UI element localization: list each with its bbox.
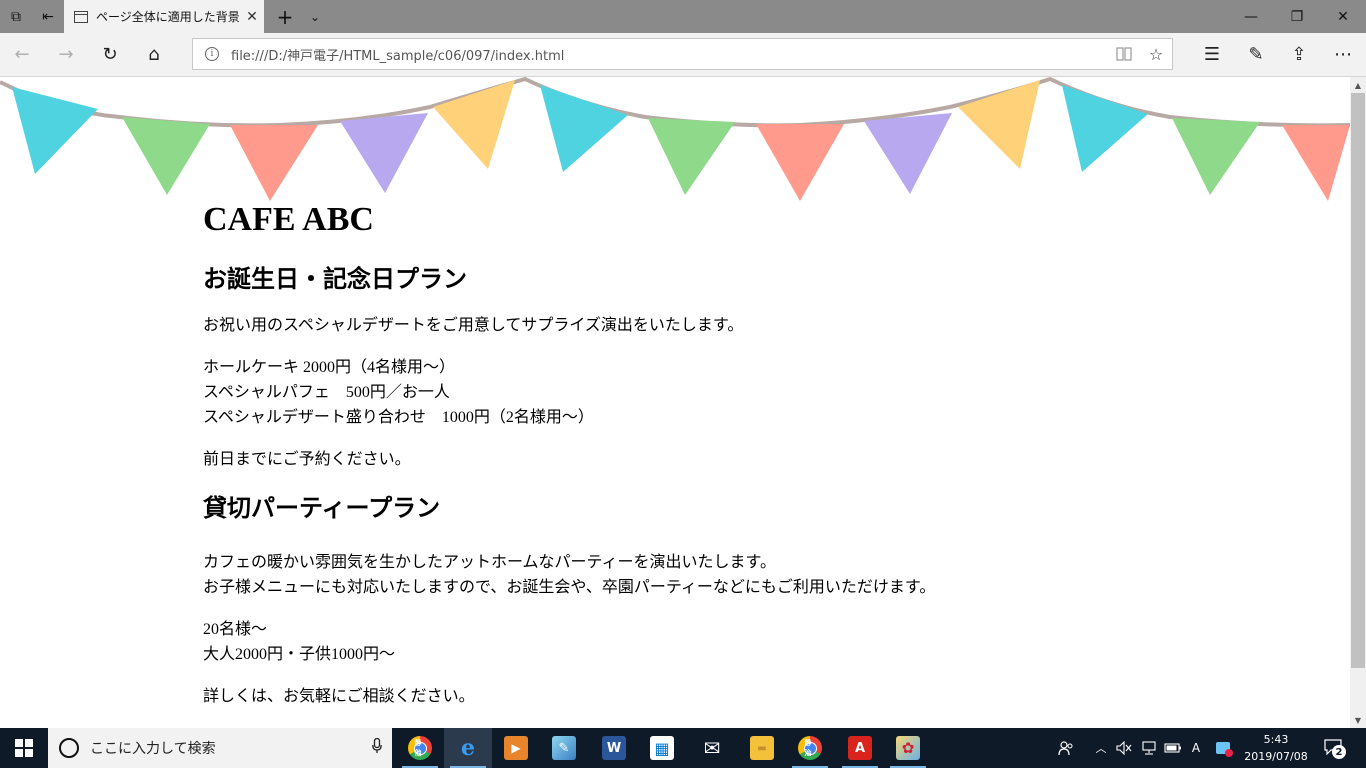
bunting-flag bbox=[540, 85, 628, 172]
forward-button[interactable]: → bbox=[44, 33, 88, 76]
favorite-star-icon[interactable]: ☆ bbox=[1140, 39, 1172, 69]
cortana-icon[interactable] bbox=[59, 738, 79, 758]
battery-icon[interactable] bbox=[1162, 728, 1184, 768]
vertical-scrollbar[interactable]: ▲ ▼ bbox=[1350, 77, 1366, 728]
word-taskbar-icon[interactable]: W bbox=[590, 728, 638, 768]
bunting-flag bbox=[122, 117, 210, 195]
menu-item: スペシャルデザート盛り合わせ 1000円（2名様用～） bbox=[203, 409, 594, 426]
taskbar: ここに入力して検索 静他 e ▶ ✎ W ▦ ✉ ▬ 静治 A ✿ ︿ A 5:… bbox=[0, 728, 1366, 768]
share-icon[interactable]: ⇪ bbox=[1277, 33, 1321, 76]
file-explorer-taskbar-icon[interactable]: ▬ bbox=[738, 728, 786, 768]
set-aside-tabs-icon[interactable]: ⧉ bbox=[0, 0, 32, 33]
birthday-intro: お祝い用のスペシャルデザートをご用意してサプライズ演出をいたします。 bbox=[203, 317, 744, 334]
party-intro: お子様メニューにも対応いたしますので、お誕生会や、卒園パーティーなどにもご利用い… bbox=[203, 579, 936, 596]
store-taskbar-icon[interactable]: ▦ bbox=[638, 728, 686, 768]
scroll-thumb[interactable] bbox=[1351, 93, 1365, 668]
search-placeholder: ここに入力して検索 bbox=[90, 741, 216, 757]
pen-app-taskbar-icon[interactable]: ✎ bbox=[540, 728, 588, 768]
new-tab-icon[interactable]: + bbox=[270, 0, 300, 33]
paint-taskbar-icon[interactable]: ✿ bbox=[884, 728, 932, 768]
bunting-flag bbox=[1172, 118, 1260, 195]
url-text[interactable]: file:///D:/神戸電子/HTML_sample/c06/097/inde… bbox=[231, 45, 1108, 64]
restore-button[interactable]: ❐ bbox=[1274, 0, 1320, 33]
scroll-up-arrow-icon[interactable]: ▲ bbox=[1350, 77, 1366, 93]
edge-taskbar-icon[interactable]: e bbox=[444, 728, 492, 768]
party-detail: 大人2000円・子供1000円～ bbox=[203, 646, 396, 663]
acrobat-taskbar-icon[interactable]: A bbox=[836, 728, 884, 768]
tab-preview-icon[interactable]: ⇤ bbox=[32, 0, 64, 33]
people-icon[interactable] bbox=[1054, 728, 1078, 768]
media-player-taskbar-icon[interactable]: ▶ bbox=[492, 728, 540, 768]
start-button[interactable] bbox=[0, 728, 48, 768]
tab-bar: ⧉ ⇤ ページ全体に適用した背景 ✕ + ⌄ — ❐ ✕ bbox=[0, 0, 1366, 33]
reading-view-icon[interactable] bbox=[1108, 39, 1140, 69]
menu-item: ホールケーキ 2000円（4名様用～） bbox=[203, 359, 456, 376]
info-icon[interactable]: i bbox=[205, 47, 219, 61]
bunting-flag bbox=[864, 113, 952, 194]
address-bar[interactable]: i file:///D:/神戸電子/HTML_sample/c06/097/in… bbox=[192, 38, 1173, 70]
page-title: CAFE ABC bbox=[203, 201, 374, 238]
chevron-down-icon[interactable]: ⌄ bbox=[300, 0, 330, 33]
party-intro: カフェの暖かい雰囲気を生かしたアットホームなパーティーを演出いたします。 bbox=[203, 554, 776, 571]
taskbar-search-box[interactable]: ここに入力して検索 bbox=[48, 728, 392, 768]
party-detail: 20名様～ bbox=[203, 621, 268, 638]
refresh-button[interactable]: ↻ bbox=[88, 33, 132, 76]
windows-logo-icon bbox=[15, 739, 33, 757]
page-viewport[interactable]: CAFE ABC お誕生日・記念日プラン お祝い用のスペシャルデザートをご用意し… bbox=[0, 77, 1350, 728]
notification-count-badge: 2 bbox=[1332, 745, 1346, 759]
bunting-flag bbox=[648, 118, 735, 195]
security-app-icon[interactable] bbox=[1212, 728, 1234, 768]
section-heading-birthday: お誕生日・記念日プラン bbox=[203, 265, 467, 293]
notes-pen-icon[interactable]: ✎ bbox=[1234, 33, 1278, 76]
scroll-down-arrow-icon[interactable]: ▼ bbox=[1350, 712, 1366, 728]
microphone-icon[interactable] bbox=[362, 737, 392, 758]
tab-active[interactable]: ページ全体に適用した背景 ✕ bbox=[64, 0, 264, 33]
bunting-flag bbox=[1282, 125, 1350, 201]
page-icon bbox=[74, 10, 88, 23]
party-note: 詳しくは、お気軽にご相談ください。 bbox=[203, 688, 475, 705]
network-icon[interactable] bbox=[1138, 728, 1160, 768]
section-heading-party: 貸切パーティープラン bbox=[203, 494, 441, 522]
clock-time: 5:43 bbox=[1263, 733, 1289, 746]
minimize-button[interactable]: — bbox=[1228, 0, 1274, 33]
menu-item: スペシャルパフェ 500円／お一人 bbox=[203, 384, 450, 401]
tab-close-icon[interactable]: ✕ bbox=[240, 9, 264, 25]
bunting-decoration bbox=[0, 77, 1350, 201]
mail-taskbar-icon[interactable]: ✉ bbox=[688, 728, 736, 768]
more-icon[interactable]: ⋯ bbox=[1321, 33, 1365, 76]
chrome-taskbar-icon-2[interactable]: 静治 bbox=[786, 728, 834, 768]
bunting-flag bbox=[756, 124, 844, 201]
favorites-hub-icon[interactable]: ☰ bbox=[1190, 33, 1234, 76]
tab-title: ページ全体に適用した背景 bbox=[96, 10, 240, 24]
volume-muted-icon[interactable] bbox=[1114, 728, 1134, 768]
close-button[interactable]: ✕ bbox=[1320, 0, 1366, 33]
bunting-flag bbox=[340, 113, 428, 193]
chrome-taskbar-icon[interactable]: 静他 bbox=[396, 728, 444, 768]
clock-date: 2019/07/08 bbox=[1244, 750, 1308, 763]
navigation-bar: ← → ↻ ⌂ i file:///D:/神戸電子/HTML_sample/c0… bbox=[0, 33, 1366, 77]
show-hidden-icons-chevron-up-icon[interactable]: ︿ bbox=[1092, 728, 1110, 768]
main-content: CAFE ABC お誕生日・記念日プラン お祝い用のスペシャルデザートをご用意し… bbox=[203, 197, 1203, 709]
bunting-flag bbox=[230, 125, 318, 201]
bunting-flag bbox=[12, 87, 98, 174]
back-button[interactable]: ← bbox=[0, 33, 44, 76]
reservation-note: 前日までにご予約ください。 bbox=[203, 451, 411, 468]
system-clock[interactable]: 5:43 2019/07/08 bbox=[1240, 731, 1312, 765]
bunting-flag bbox=[1062, 85, 1148, 172]
ime-mode-icon[interactable]: A bbox=[1186, 728, 1206, 768]
home-button[interactable]: ⌂ bbox=[132, 33, 176, 76]
